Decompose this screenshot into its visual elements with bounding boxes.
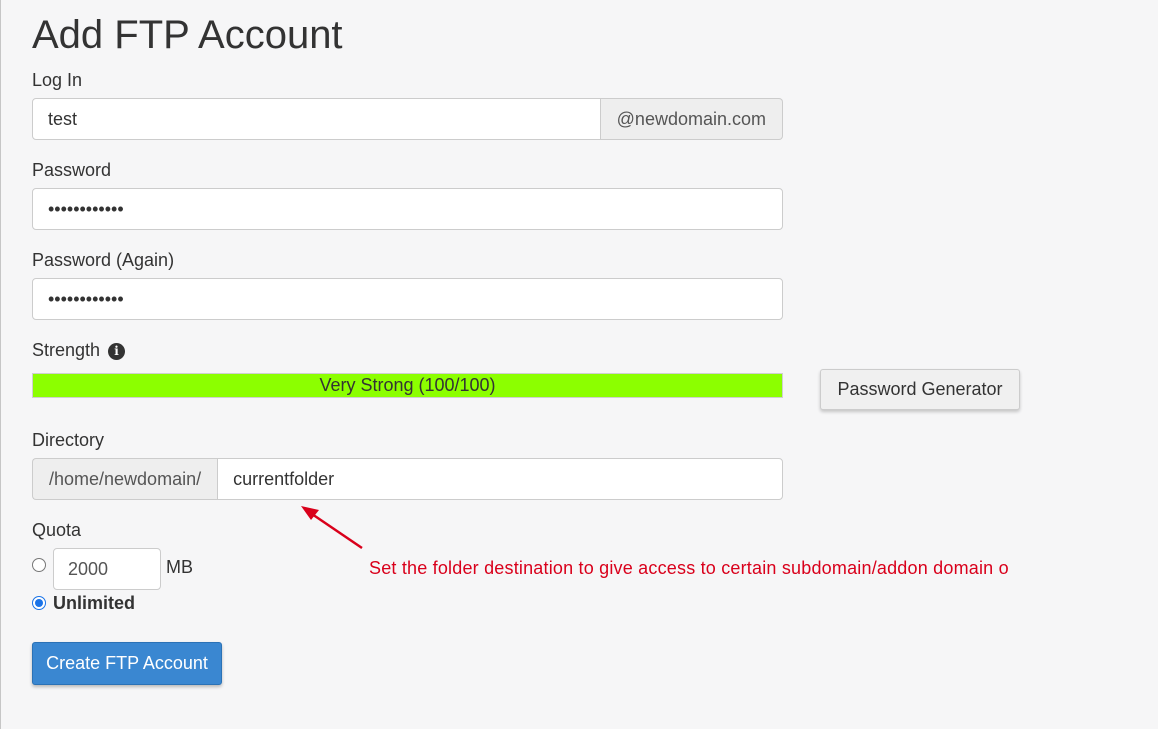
quota-unlimited-radio[interactable] (32, 596, 46, 610)
directory-prefix: /home/newdomain/ (32, 458, 218, 500)
strength-label: Strength (32, 340, 101, 360)
quota-input[interactable] (53, 548, 161, 590)
add-ftp-account-page: Add FTP Account Log In @newdomain.com Pa… (0, 0, 1158, 729)
strength-label-row: Strength i (32, 339, 126, 361)
annotation-note: Set the folder destination to give acces… (369, 558, 1009, 578)
strength-meter: Very Strong (100/100) (32, 373, 783, 398)
annotation-arrow-icon (301, 506, 363, 550)
login-input-group: @newdomain.com (32, 98, 783, 140)
directory-label: Directory (32, 430, 105, 450)
password-again-input[interactable] (32, 278, 783, 320)
login-domain-suffix: @newdomain.com (600, 98, 783, 140)
strength-meter-text: Very Strong (100/100) (319, 375, 496, 395)
directory-input-group: /home/newdomain/ (32, 458, 783, 500)
info-icon[interactable]: i (108, 343, 126, 360)
password-input[interactable] (32, 188, 783, 230)
password-again-label: Password (Again) (32, 250, 175, 270)
quota-unit: MB (166, 557, 193, 577)
quota-limited-radio[interactable] (32, 558, 46, 572)
password-input-group (32, 188, 783, 230)
directory-input[interactable] (217, 458, 783, 500)
quota-label: Quota (32, 520, 82, 540)
login-label: Log In (32, 70, 83, 90)
login-input[interactable] (32, 98, 601, 140)
create-ftp-account-button[interactable]: Create FTP Account (32, 642, 222, 685)
password-label: Password (32, 160, 112, 180)
password-generator-button[interactable]: Password Generator (820, 369, 1020, 410)
page-title: Add FTP Account (32, 13, 343, 57)
quota-unlimited-label[interactable]: Unlimited (53, 593, 135, 614)
password-again-input-group (32, 278, 783, 320)
